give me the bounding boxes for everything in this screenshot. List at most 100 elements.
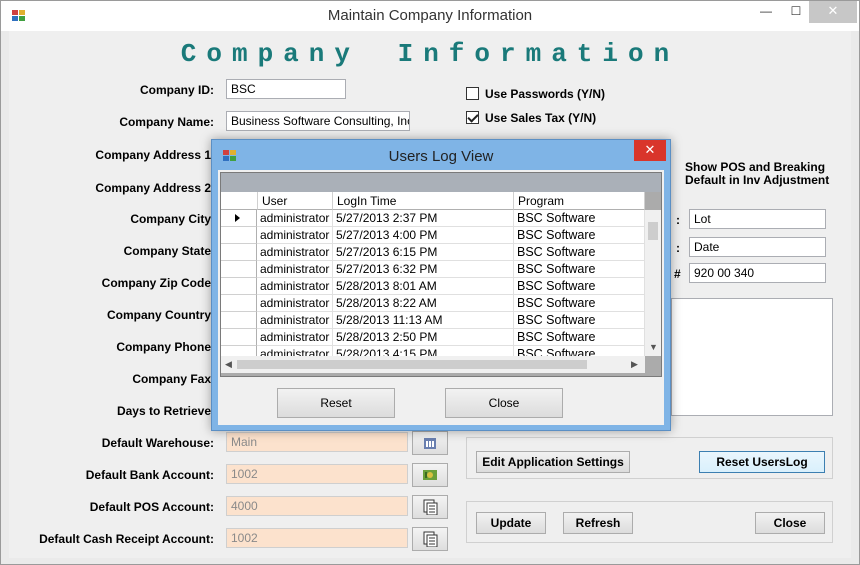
scroll-right-icon[interactable]: ▶ — [631, 359, 638, 370]
cell-program[interactable]: BSC Software — [514, 244, 645, 261]
row-header[interactable] — [221, 295, 257, 312]
cell-login-time[interactable]: 5/27/2013 4:00 PM — [333, 227, 514, 244]
warehouse-icon — [424, 438, 436, 449]
table-row[interactable]: administrator 5/28/2013 11:13 AM BSC Sof… — [221, 312, 645, 329]
cell-login-time[interactable]: 5/28/2013 11:13 AM — [333, 312, 514, 329]
warehouse-lookup-button[interactable] — [412, 431, 448, 455]
table-row[interactable]: administrator 5/27/2013 6:15 PM BSC Soft… — [221, 244, 645, 261]
cell-program[interactable]: BSC Software — [514, 210, 645, 227]
horizontal-scroll-thumb[interactable] — [237, 360, 587, 369]
lookup-icon — [423, 499, 438, 515]
cell-user[interactable]: administrator — [257, 278, 333, 295]
default-cash-receipt-input[interactable]: 1002 — [226, 528, 408, 548]
right-field-3-input[interactable]: 920 00 340 — [689, 263, 826, 283]
column-header-login-time[interactable]: LogIn Time — [333, 192, 514, 210]
default-warehouse-label: Default Warehouse: — [101, 436, 214, 450]
cell-user[interactable]: administrator — [257, 329, 333, 346]
cell-login-time[interactable]: 5/27/2013 2:37 PM — [333, 210, 514, 227]
close-button[interactable]: Close — [755, 512, 825, 534]
table-row[interactable]: administrator 5/28/2013 2:50 PM BSC Soft… — [221, 329, 645, 346]
company-address1-label: Company Address 1 — [95, 148, 211, 162]
edit-application-settings-button[interactable]: Edit Application Settings — [476, 451, 630, 473]
use-sales-tax-label: Use Sales Tax (Y/N) — [485, 111, 597, 125]
row-header[interactable] — [221, 346, 257, 356]
cell-program[interactable]: BSC Software — [514, 329, 645, 346]
vertical-scroll-thumb[interactable] — [648, 222, 658, 240]
grid-horizontal-scrollbar[interactable]: ◀ ▶ — [221, 356, 645, 373]
default-pos-account-input[interactable]: 4000 — [226, 496, 408, 516]
table-row[interactable]: administrator 5/28/2013 8:01 AM BSC Soft… — [221, 278, 645, 295]
cell-user[interactable]: administrator — [257, 210, 333, 227]
row-header[interactable] — [221, 278, 257, 295]
row-header[interactable] — [221, 210, 257, 227]
row-header[interactable] — [221, 227, 257, 244]
column-header-program[interactable]: Program — [514, 192, 645, 210]
company-name-input[interactable]: Business Software Consulting, Inc. — [226, 111, 410, 131]
maximize-button[interactable]: ☐ — [783, 1, 809, 23]
cell-user[interactable]: administrator — [257, 244, 333, 261]
row-header[interactable] — [221, 329, 257, 346]
refresh-button[interactable]: Refresh — [563, 512, 633, 534]
cell-login-time[interactable]: 5/28/2013 2:50 PM — [333, 329, 514, 346]
cell-user[interactable]: administrator — [257, 312, 333, 329]
right-field-2-label: : — [676, 241, 680, 255]
company-id-label: Company ID: — [139, 83, 214, 97]
default-warehouse-input[interactable]: Main — [226, 432, 408, 452]
cash-receipt-lookup-button[interactable] — [412, 527, 448, 551]
company-state-label: Company State — [123, 244, 211, 258]
cell-user[interactable]: administrator — [257, 295, 333, 312]
table-row[interactable]: administrator 5/27/2013 4:00 PM BSC Soft… — [221, 227, 645, 244]
row-header[interactable] — [221, 312, 257, 329]
cell-program[interactable]: BSC Software — [514, 261, 645, 278]
cell-login-time[interactable]: 5/27/2013 6:15 PM — [333, 244, 514, 261]
right-field-2-input[interactable]: Date — [689, 237, 826, 257]
scroll-down-icon[interactable]: ▼ — [649, 342, 658, 352]
show-pos-option[interactable]: Show POS and Breaking Default in Inv Adj… — [685, 161, 829, 187]
cell-login-time[interactable]: 5/28/2013 8:01 AM — [333, 278, 514, 295]
cell-program[interactable]: BSC Software — [514, 227, 645, 244]
scroll-left-icon[interactable]: ◀ — [225, 359, 232, 370]
row-header[interactable] — [221, 244, 257, 261]
minimize-button[interactable]: — — [749, 1, 783, 23]
table-row[interactable]: administrator 5/27/2013 2:37 PM BSC Soft… — [221, 210, 645, 227]
window-title: Maintain Company Information — [327, 7, 533, 24]
company-city-label: Company City — [130, 212, 211, 226]
update-button[interactable]: Update — [476, 512, 546, 534]
cell-program[interactable]: BSC Software — [514, 346, 645, 356]
row-header[interactable] — [221, 261, 257, 278]
table-row[interactable]: administrator 5/27/2013 6:32 PM BSC Soft… — [221, 261, 645, 278]
notes-memo[interactable] — [671, 298, 833, 416]
use-sales-tax-box[interactable] — [466, 111, 479, 124]
dialog-reset-button[interactable]: Reset — [277, 388, 395, 418]
default-bank-account-input[interactable]: 1002 — [226, 464, 408, 484]
reset-userslog-button[interactable]: Reset UsersLog — [699, 451, 825, 473]
cell-program[interactable]: BSC Software — [514, 312, 645, 329]
pos-account-lookup-button[interactable] — [412, 495, 448, 519]
cell-user[interactable]: administrator — [257, 261, 333, 278]
cell-user[interactable]: administrator — [257, 346, 333, 356]
dialog-close-button[interactable]: Close — [445, 388, 563, 418]
use-sales-tax-checkbox[interactable]: Use Sales Tax (Y/N) — [466, 111, 596, 125]
users-log-grid[interactable]: User LogIn Time Program administrator 5/… — [220, 172, 662, 377]
cell-login-time[interactable]: 5/27/2013 6:32 PM — [333, 261, 514, 278]
cell-program[interactable]: BSC Software — [514, 278, 645, 295]
bank-lookup-button[interactable] — [412, 463, 448, 487]
table-row[interactable]: administrator 5/28/2013 4:15 PM BSC Soft… — [221, 346, 645, 356]
default-cash-receipt-label: Default Cash Receipt Account: — [39, 532, 214, 546]
right-field-1-input[interactable]: Lot — [689, 209, 826, 229]
use-passwords-checkbox[interactable]: Use Passwords (Y/N) — [466, 87, 605, 101]
window-close-button[interactable]: ✕ — [809, 1, 857, 23]
right-field-3-label: # — [674, 267, 681, 281]
cell-user[interactable]: administrator — [257, 227, 333, 244]
grid-vertical-scrollbar[interactable]: ▼ — [645, 210, 661, 356]
company-name-label: Company Name: — [119, 115, 214, 129]
cell-login-time[interactable]: 5/28/2013 4:15 PM — [333, 346, 514, 356]
use-passwords-box[interactable] — [466, 87, 479, 100]
table-row[interactable]: administrator 5/28/2013 8:22 AM BSC Soft… — [221, 295, 645, 312]
cell-login-time[interactable]: 5/28/2013 8:22 AM — [333, 295, 514, 312]
company-id-input[interactable]: BSC — [226, 79, 346, 99]
column-header-user[interactable]: User — [258, 192, 333, 210]
cell-program[interactable]: BSC Software — [514, 295, 645, 312]
dialog-close-icon[interactable]: ✕ — [634, 140, 666, 161]
title-bar: Maintain Company Information — ☐ ✕ — [1, 1, 859, 31]
